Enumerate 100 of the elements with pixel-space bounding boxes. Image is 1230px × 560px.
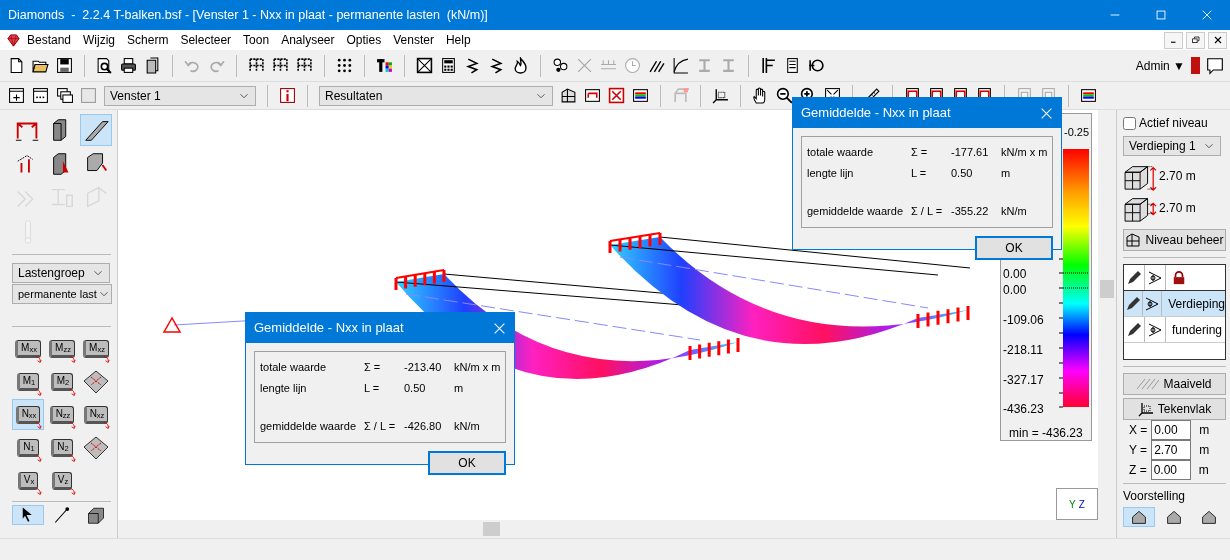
menu-item[interactable]: Help [439,31,477,49]
view-mode-button[interactable] [1123,507,1155,527]
arrow-icon [69,487,76,495]
align-icon[interactable] [760,57,777,74]
level-height: 2.70 m [1159,200,1196,217]
level-dropdown[interactable]: Verdieping 1 [1123,136,1221,156]
print-icon[interactable] [120,57,137,74]
circles-icon[interactable] [552,57,569,74]
ok-button[interactable]: OK [975,236,1053,260]
calculator-icon[interactable] [440,57,457,74]
horizontal-scrollbar[interactable] [118,520,1116,538]
visibility-icon[interactable] [1147,321,1163,338]
legend-icon[interactable] [632,87,649,104]
manage-levels-button[interactable]: Niveau beheer [1123,229,1226,251]
result-button[interactable]: M$_{1}$ [12,366,44,397]
layer-row[interactable]: Verdieping [1124,291,1225,317]
result-label: gemiddelde waarde [807,204,904,220]
coordinate-field[interactable]: 0.00 [1150,460,1191,480]
add-window-icon[interactable] [8,87,25,104]
edit-icon [1126,269,1142,286]
result-button[interactable]: V$_{z}$ [46,465,78,496]
result-button[interactable]: M$_{xx}$ [12,333,44,364]
result-button[interactable]: M$_{zz}$ [46,333,78,364]
result-label: totale waarde [260,360,328,376]
cascade-icon[interactable] [56,87,73,104]
result-dropdown[interactable]: Resultaten [319,85,553,106]
flame-icon[interactable] [512,57,529,74]
axes-icon [1137,401,1154,417]
print-preview-icon[interactable] [96,57,113,74]
color-table-icon[interactable] [376,57,393,74]
dialog-title: Gemiddelde - Nxx in plaat [254,319,404,338]
legend-label: -327.17 [1003,372,1044,389]
result-button[interactable]: N$_{2}$ [46,432,78,463]
building-icon[interactable] [560,87,577,104]
result-button[interactable]: N$_{zz}$ [46,399,78,430]
drawing-plane-button[interactable]: Tekenvlak [1123,398,1226,420]
formula-label: L = [364,381,381,397]
tool-button[interactable] [80,114,112,146]
menu-item[interactable]: Toon [237,31,276,49]
coordinate-field[interactable]: 0.00 [1151,420,1192,440]
new-file-icon[interactable] [8,57,25,74]
visibility-icon[interactable] [1144,295,1161,312]
dialog-title: Gemiddelde - Nxx in plaat [801,104,951,123]
edit-icon[interactable] [1126,321,1142,338]
menu-item[interactable]: Venster [387,31,440,49]
vertical-scrollbar[interactable] [1098,110,1116,520]
info-icon[interactable] [279,87,296,104]
menu-item[interactable]: Wijzig [77,31,122,49]
zigzag-icon[interactable] [464,57,481,74]
list-icon[interactable] [784,57,801,74]
coordinate-field[interactable]: 2.70 [1151,440,1192,460]
tool-button[interactable] [12,505,44,525]
chat-icon[interactable] [1206,56,1224,75]
result-button[interactable]: V$_{x}$ [12,465,44,496]
edit-icon[interactable] [1125,295,1142,312]
dot-grid-icon[interactable] [336,57,353,74]
unit-label: kN/m [1001,204,1028,220]
result-button[interactable]: N$_{1}$ [12,432,44,463]
menu-item[interactable]: Scherm [121,31,175,49]
legend-label: -436.23 [1003,401,1044,418]
menu-item[interactable]: Analyseer [275,31,341,49]
ground-level-button[interactable]: Maaiveld [1123,373,1226,395]
legend-label: -218.11 [1003,342,1043,359]
active-level-checkbox[interactable] [1123,116,1136,130]
curve-chart-icon[interactable] [672,57,689,74]
menu-item[interactable]: Selecteer [174,31,238,49]
grid-icon[interactable] [296,57,313,74]
axes-icon[interactable] [712,87,729,104]
user-menu[interactable]: Admin ▼ [1135,56,1185,75]
legend-label: min = -436.23 [1009,425,1083,442]
book-icon[interactable] [144,57,161,74]
ok-button[interactable]: OK [428,451,506,475]
result-button[interactable]: M$_{xz}$ [80,333,112,364]
grid-icon[interactable] [272,57,289,74]
formula-label: Σ = [364,360,382,376]
result-button[interactable]: N$_{xz}$ [80,399,112,430]
rotate-icon[interactable] [808,57,825,74]
menu-item[interactable]: Opties [340,31,388,49]
result-button[interactable]: N$_{xx}$ [12,399,44,430]
grid-icon[interactable] [248,57,265,74]
result-value: -355.22 [951,204,990,220]
cross-box-icon[interactable] [416,57,433,74]
load-case-dropdown[interactable]: permanente last [12,284,112,304]
legend-icon[interactable] [1080,87,1097,104]
load-type-dropdown[interactable]: Lastengroep [12,263,110,283]
support-icon [162,317,181,333]
menu-item[interactable]: Bestand [21,31,78,49]
result-button[interactable]: M$_{2}$ [46,366,78,397]
window-dropdown[interactable]: Venster 1 [104,85,256,106]
zigzag-icon[interactable] [488,57,505,74]
save-icon[interactable] [56,57,73,74]
window-icon[interactable] [32,87,49,104]
building-icon [1125,232,1142,248]
formula-label: L = [911,166,928,182]
result-value: 0.50 [951,166,974,182]
zoom-out-icon[interactable] [776,87,793,104]
restore-icon[interactable] [1189,34,1202,46]
thermometer-icon [23,218,33,246]
house-icon [1166,509,1182,525]
layer-row[interactable]: fundering [1124,317,1225,343]
